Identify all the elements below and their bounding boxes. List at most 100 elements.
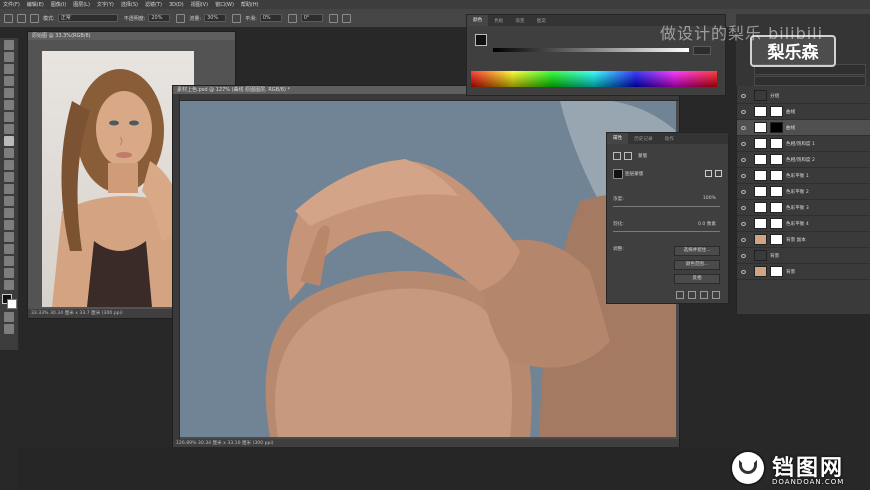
menu-item[interactable]: 滤镜(T)	[145, 1, 162, 8]
quick-select-tool-icon[interactable]	[4, 76, 14, 86]
density-value[interactable]: 100%	[703, 196, 716, 201]
document-title[interactable]: 原始图 @ 33.3%(RGB/8)	[28, 32, 235, 40]
properties-tab[interactable]: 动作	[659, 136, 680, 142]
eye-icon[interactable]	[741, 109, 746, 114]
layer-mask-thumbnail[interactable]	[770, 106, 783, 117]
color-range-button[interactable]: 颜色范围...	[674, 260, 720, 270]
frame-tool-icon[interactable]	[4, 100, 14, 110]
layer-mask-thumbnail[interactable]	[770, 266, 783, 277]
properties-tab[interactable]: 历史记录	[628, 136, 658, 142]
menu-item[interactable]: 图像(I)	[51, 1, 66, 8]
layer-row[interactable]: 色彩平衡 3	[737, 200, 870, 216]
layer-mask-thumbnail[interactable]	[770, 122, 783, 133]
menu-item[interactable]: 3D(D)	[169, 2, 184, 8]
color-panel-tab[interactable]: 图案	[531, 18, 552, 24]
trash-icon[interactable]	[712, 291, 720, 299]
invert-button[interactable]: 反相	[674, 274, 720, 284]
move-tool-icon[interactable]	[4, 40, 14, 50]
color-swatches[interactable]	[2, 294, 17, 309]
symmetry-icon[interactable]	[341, 13, 351, 23]
eye-icon[interactable]	[741, 157, 746, 162]
mode-select[interactable]: 正常	[57, 14, 118, 22]
color-panel-tab[interactable]: 颜色	[467, 15, 489, 26]
menu-item[interactable]: 编辑(E)	[27, 1, 44, 8]
color-slider-track[interactable]	[493, 48, 689, 52]
layer-mask-thumbnail[interactable]	[770, 234, 783, 245]
home-icon[interactable]	[4, 13, 13, 23]
path-select-tool-icon[interactable]	[4, 244, 14, 254]
dodge-tool-icon[interactable]	[4, 208, 14, 218]
apply-mask-bottom-icon[interactable]	[688, 291, 696, 299]
airbrush-icon[interactable]	[232, 13, 242, 23]
hand-tool-icon[interactable]	[4, 268, 14, 278]
crop-tool-icon[interactable]	[4, 88, 14, 98]
stamp-tool-icon[interactable]	[4, 148, 14, 158]
eyedropper-tool-icon[interactable]	[4, 112, 14, 122]
color-panel-tab[interactable]: 色板	[488, 18, 509, 24]
select-and-mask-button[interactable]: 选择并遮住...	[674, 246, 720, 256]
history-brush-tool-icon[interactable]	[4, 160, 14, 170]
color-panel-tab[interactable]: 渐变	[509, 18, 530, 24]
load-selection-icon[interactable]	[676, 291, 684, 299]
lasso-tool-icon[interactable]	[4, 64, 14, 74]
quick-mask-icon[interactable]	[4, 312, 14, 322]
layer-row[interactable]: 色相/饱和度 2	[737, 152, 870, 168]
apply-mask-icon[interactable]	[705, 170, 712, 177]
layer-row[interactable]: 色彩平衡 2	[737, 184, 870, 200]
feather-slider[interactable]	[613, 231, 720, 232]
layer-row[interactable]: 背景	[737, 248, 870, 264]
brush-settings-icon[interactable]	[30, 13, 39, 23]
eye-icon[interactable]	[741, 141, 746, 146]
layer-mask-thumbnail[interactable]	[770, 138, 783, 149]
layer-row[interactable]: 曲线	[737, 104, 870, 120]
pixel-mask-icon[interactable]	[613, 152, 621, 160]
type-tool-icon[interactable]	[4, 232, 14, 242]
fg-bg-swatch[interactable]	[475, 34, 487, 46]
layer-mask-thumbnail[interactable]	[770, 202, 783, 213]
pressure-opacity-icon[interactable]	[176, 13, 186, 23]
layer-mask-thumbnail[interactable]	[770, 218, 783, 229]
opacity-field[interactable]: 20%	[148, 14, 171, 22]
blur-tool-icon[interactable]	[4, 196, 14, 206]
pressure-size-icon[interactable]	[328, 13, 338, 23]
density-slider[interactable]	[613, 206, 720, 207]
eye-icon[interactable]	[741, 221, 746, 226]
gradient-tool-icon[interactable]	[4, 184, 14, 194]
layer-row[interactable]: 背景 副本	[737, 232, 870, 248]
vector-mask-icon[interactable]	[624, 152, 632, 160]
zoom-tool-icon[interactable]	[4, 280, 14, 290]
visibility-toggle-icon[interactable]	[700, 291, 708, 299]
eye-icon[interactable]	[741, 205, 746, 210]
menu-item[interactable]: 文字(Y)	[97, 1, 114, 8]
angle-field[interactable]: 0°	[300, 14, 323, 22]
smoothing-options-icon[interactable]	[287, 13, 297, 23]
mask-thumbnail[interactable]	[613, 169, 623, 179]
eye-icon[interactable]	[741, 253, 746, 258]
smooth-field[interactable]: 0%	[259, 14, 282, 22]
menu-item[interactable]: 窗口(W)	[215, 1, 234, 8]
layer-row[interactable]: 背景	[737, 264, 870, 280]
layer-mask-thumbnail[interactable]	[770, 154, 783, 165]
layer-mask-thumbnail[interactable]	[770, 170, 783, 181]
healing-tool-icon[interactable]	[4, 124, 14, 134]
eye-icon[interactable]	[741, 269, 746, 274]
layer-row[interactable]: 分组	[737, 88, 870, 104]
eye-icon[interactable]	[741, 173, 746, 178]
menu-item[interactable]: 选择(S)	[121, 1, 138, 8]
layer-row[interactable]: 色彩平衡 4	[737, 216, 870, 232]
eye-icon[interactable]	[741, 189, 746, 194]
layer-mask-thumbnail[interactable]	[770, 186, 783, 197]
brush-preset-icon[interactable]	[17, 13, 26, 23]
shape-tool-icon[interactable]	[4, 256, 14, 266]
document-window-edit[interactable]: 素材上色.psd @ 127% (曲线 原图图层, RGB/8) * 126.8…	[172, 85, 680, 449]
eye-icon[interactable]	[741, 237, 746, 242]
menu-item[interactable]: 视图(V)	[191, 1, 208, 8]
eye-icon[interactable]	[741, 125, 746, 130]
color-slider-value[interactable]	[693, 46, 711, 55]
feather-value[interactable]: 0.0 像素	[698, 221, 716, 227]
menu-item[interactable]: 图层(L)	[73, 1, 90, 8]
brush-tool-icon[interactable]	[4, 136, 14, 146]
layer-row[interactable]: 色相/饱和度 1	[737, 136, 870, 152]
screen-mode-icon[interactable]	[4, 324, 14, 334]
layer-row[interactable]: 曲线	[737, 120, 870, 136]
